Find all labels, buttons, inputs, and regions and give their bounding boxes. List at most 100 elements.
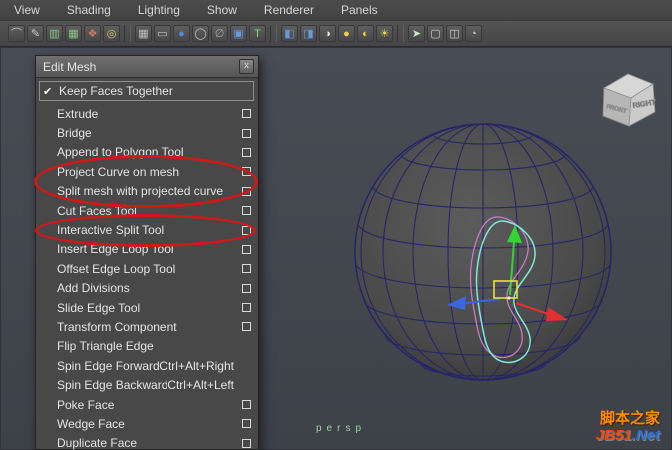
option-box[interactable] <box>242 147 251 157</box>
menu-item-extrude[interactable]: Extrude <box>38 104 256 123</box>
option-box[interactable] <box>242 419 251 429</box>
option-box[interactable] <box>242 225 251 235</box>
isolate-select-icon[interactable]: ➤ <box>408 25 425 42</box>
menubar-item-renderer[interactable]: Renderer <box>264 3 314 17</box>
use-default-material-icon[interactable]: ◧ <box>281 25 298 42</box>
menu-item-spin-edge-forward[interactable]: Spin Edge Forward Ctrl+Alt+Right <box>38 356 256 375</box>
toolbar-separator <box>270 25 277 42</box>
menu-item-label: Transform Component <box>57 319 177 334</box>
bookmark-icon[interactable]: ◎ <box>103 25 120 42</box>
menu-item-label: Keep Faces Together <box>59 84 173 98</box>
lasso-select-icon[interactable]: ⌒ <box>8 25 25 42</box>
menu-item-insert-edge-loop-tool[interactable]: Insert Edge Loop Tool <box>38 240 256 259</box>
option-box[interactable] <box>242 109 251 119</box>
option-box[interactable] <box>242 264 251 274</box>
menu-item-label: Cut Faces Tool <box>57 203 137 218</box>
menu-item-project-curve-on-mesh[interactable]: Project Curve on mesh <box>38 162 256 181</box>
smooth-shade-icon[interactable]: ◨ <box>300 25 317 42</box>
xray-cube-icon[interactable]: ▢ <box>427 25 444 42</box>
paint-select-icon[interactable]: ✎ <box>27 25 44 42</box>
option-box[interactable] <box>242 206 251 216</box>
menu-item-cut-faces-tool[interactable]: Cut Faces Tool <box>38 201 256 220</box>
option-box[interactable] <box>242 438 251 448</box>
watermark-brand: JB51 <box>595 427 632 444</box>
checkmark-icon: ✔ <box>43 85 53 98</box>
option-box[interactable] <box>242 322 251 332</box>
menu-item-wedge-face[interactable]: Wedge Face <box>38 414 256 433</box>
graph-editor-icon[interactable]: ▥ <box>46 25 63 42</box>
camera-name-label: persp <box>316 423 367 434</box>
sphere-object[interactable] <box>354 123 612 381</box>
menu-item-slide-edge-tool[interactable]: Slide Edge Tool <box>38 298 256 317</box>
menu-item-label: Split mesh with projected curve <box>57 184 224 199</box>
menu-item-label: Offset Edge Loop Tool <box>57 261 176 276</box>
menubar-item-shading[interactable]: Shading <box>67 3 111 17</box>
toolbar-separator <box>397 25 404 42</box>
menu-item-label: Interactive Split Tool <box>57 223 165 238</box>
maya-window: View Shading Lighting Show Renderer Panels ⌒ ✎… <box>0 0 672 450</box>
shadows-icon[interactable]: ◐ <box>357 25 374 42</box>
option-box[interactable] <box>242 244 251 254</box>
wireframe-display-icon[interactable]: ◯ <box>192 25 209 42</box>
menu-item-interactive-split-tool[interactable]: Interactive Split Tool <box>38 220 256 239</box>
menu-item-label: Duplicate Face <box>57 436 138 450</box>
option-box[interactable] <box>242 400 251 410</box>
option-box[interactable] <box>242 186 251 196</box>
textured-display-icon[interactable]: T <box>249 25 266 42</box>
view-cube[interactable]: FRONT RIGHT <box>602 73 657 127</box>
menu-item-label: Wedge Face <box>57 416 125 431</box>
menu-item-shortcut: Ctrl+Alt+Left <box>167 378 234 393</box>
menu-item-append-to-polygon-tool[interactable]: Append to Polygon Tool <box>38 143 256 162</box>
exposure-icon[interactable]: ◔ <box>465 25 482 42</box>
option-box[interactable] <box>242 167 251 177</box>
option-box[interactable] <box>242 128 251 138</box>
menu-item-split-mesh-with-projected-curve[interactable]: Split mesh with projected curve <box>38 182 256 201</box>
menu-item-poke-face[interactable]: Poke Face <box>38 395 256 414</box>
edit-mesh-item-list: ✔ Keep Faces Together Extrude Bridge Append … <box>36 78 258 450</box>
menu-item-spin-edge-backward[interactable]: Spin Edge Backward Ctrl+Alt+Left <box>38 375 256 394</box>
grid-icon[interactable]: ▦ <box>135 25 152 42</box>
menu-item-label: Insert Edge Loop Tool <box>57 242 174 257</box>
menubar-item-show[interactable]: Show <box>207 3 237 17</box>
toolbar: ⌒ ✎ ▥ ▦ ❖ ◎ ▦ ▭ ● ◯ ∅ ▣ T ◧ ◨ ◑ ● ◐ ☀ ➤ ▢ ◫ ◔ <box>0 21 672 47</box>
menu-item-keep-faces-together[interactable]: ✔ Keep Faces Together <box>39 81 254 101</box>
option-box[interactable] <box>242 283 251 293</box>
menu-item-flip-triangle-edge[interactable]: Flip Triangle Edge <box>38 337 256 356</box>
menu-item-transform-component[interactable]: Transform Component <box>38 317 256 336</box>
film-gate-icon[interactable]: ▭ <box>154 25 171 42</box>
menubar: View Shading Lighting Show Renderer Panels <box>0 0 672 21</box>
menu-item-bridge[interactable]: Bridge <box>38 123 256 142</box>
camera-settings-icon[interactable]: ❖ <box>84 25 101 42</box>
watermark: 脚本之家 JB51.Net <box>596 410 660 444</box>
menu-item-label: Flip Triangle Edge <box>57 339 154 354</box>
menubar-item-panels[interactable]: Panels <box>341 3 378 17</box>
edit-mesh-panel-titlebar[interactable]: Edit Mesh x <box>36 56 258 78</box>
menu-item-duplicate-face[interactable]: Duplicate Face <box>38 434 256 450</box>
menubar-item-lighting[interactable]: Lighting <box>138 3 180 17</box>
grid-snap-icon[interactable]: ▦ <box>65 25 82 42</box>
menu-item-label: Extrude <box>57 106 99 121</box>
edit-mesh-panel: Edit Mesh x ✔ Keep Faces Together Extrude B… <box>35 55 259 450</box>
menu-item-label: Slide Edge Tool <box>57 300 141 315</box>
menubar-item-view[interactable]: View <box>14 3 40 17</box>
toolbar-separator <box>124 25 131 42</box>
xray-joints-icon[interactable]: ◫ <box>446 25 463 42</box>
close-icon[interactable]: x <box>239 59 254 74</box>
menu-item-shortcut: Ctrl+Alt+Right <box>159 358 234 373</box>
field-chart-icon[interactable]: ∅ <box>211 25 228 42</box>
watermark-line2: JB51.Net <box>596 427 660 444</box>
menu-item-label: Add Divisions <box>57 281 130 296</box>
lighting-icon[interactable]: ● <box>338 25 355 42</box>
option-box[interactable] <box>242 303 251 313</box>
menu-item-offset-edge-loop-tool[interactable]: Offset Edge Loop Tool <box>38 259 256 278</box>
menu-item-label: Spin Edge Backward <box>57 378 168 393</box>
shaded-display-icon[interactable]: ● <box>173 25 190 42</box>
watermark-suffix: .Net <box>631 427 660 444</box>
checker-material-icon[interactable]: ◑ <box>319 25 336 42</box>
occlusion-light-icon[interactable]: ☀ <box>376 25 393 42</box>
menu-item-label: Spin Edge Forward <box>57 358 160 373</box>
menu-item-add-divisions[interactable]: Add Divisions <box>38 279 256 298</box>
menu-item-label: Append to Polygon Tool <box>57 145 184 160</box>
menu-item-label: Project Curve on mesh <box>57 164 180 179</box>
safe-title-icon[interactable]: ▣ <box>230 25 247 42</box>
